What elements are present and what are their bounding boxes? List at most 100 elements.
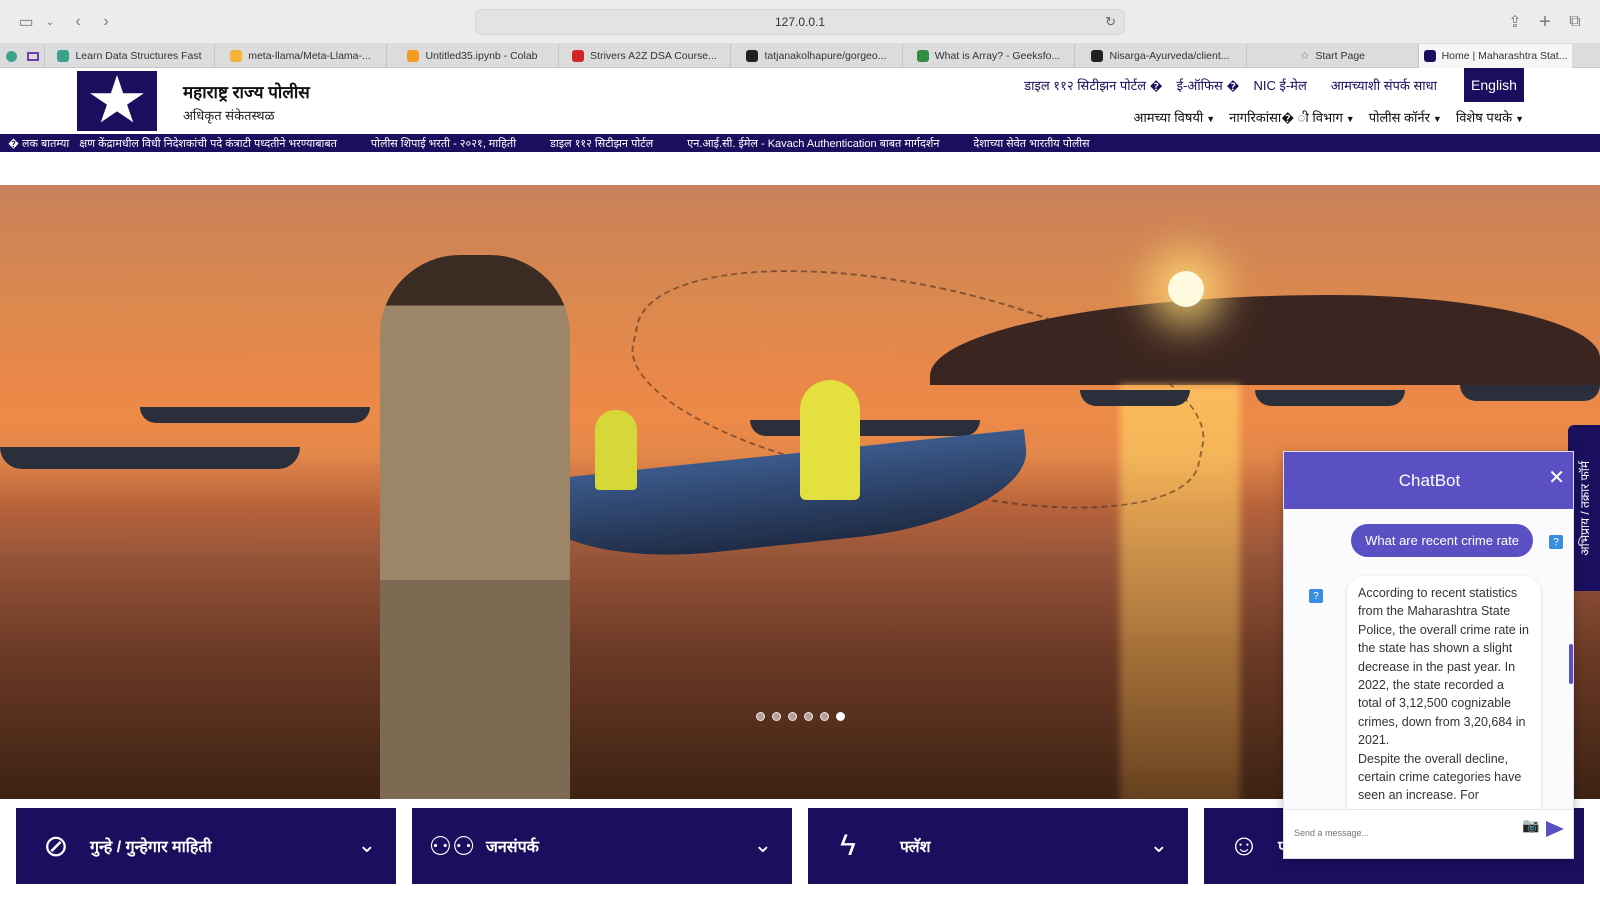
browser-tab[interactable]: tatjanakolhapure/gorgeo... (730, 44, 902, 68)
pinned-tab-1[interactable] (0, 44, 22, 68)
tab-favicon (407, 50, 420, 62)
carousel-dot[interactable] (804, 712, 813, 721)
contact-us-link[interactable]: आमच्याशी संपर्क साधा (1331, 76, 1437, 94)
slides-icon (27, 51, 39, 61)
caret-down-icon: ▼ (1515, 114, 1524, 124)
browser-tab-active[interactable]: Home | Maharashtra Stat... (1418, 44, 1572, 68)
browser-tab[interactable]: ☆ Start Page (1246, 44, 1418, 68)
chatbot-panel: ChatBot ✕ What are recent crime rate ? ?… (1283, 451, 1574, 859)
e-office-link[interactable]: ई-ऑफिस � (1177, 76, 1240, 94)
chatbot-title: ChatBot (1398, 470, 1461, 490)
lightning-icon: ϟ (840, 829, 856, 862)
dial-112-link[interactable]: डाइल ११२ सिटीझन पोर्टल � (1024, 76, 1162, 94)
tab-overview-icon[interactable]: ⧉ (1563, 10, 1587, 34)
browser-tab[interactable]: Untitled35.ipynb - Colab (386, 44, 558, 68)
forward-icon[interactable]: › (94, 10, 118, 34)
card-public-relations[interactable]: ⚇⚇ जनसंपर्क ⌄ (412, 808, 792, 884)
browser-tab[interactable]: Learn Data Structures Fast (44, 44, 214, 68)
nic-email-link[interactable]: NIC ई-मेल (1253, 76, 1306, 94)
carousel-dots (756, 712, 845, 721)
tab-favicon (230, 50, 243, 62)
chevron-down-icon: ⌄ (357, 832, 376, 857)
tab-favicon (916, 50, 929, 62)
nav-police-corner[interactable]: पोलीस कॉर्नर ▼ (1369, 108, 1442, 126)
card-label: गुन्हे / गुन्हेगार माहिती (90, 839, 212, 856)
browser-tab[interactable]: meta-llama/Meta-Llama-... (214, 44, 386, 68)
ticker-item[interactable]: एन.आई.सी. ईमेल - Kavach Authentication ब… (687, 136, 939, 151)
user-message: What are recent crime rate (1351, 524, 1533, 557)
card-label: जनसंपर्क (486, 839, 539, 856)
address-bar[interactable]: 127.0.0.1 ↻ (475, 9, 1125, 35)
police-officer-icon: ☺ (1228, 829, 1260, 862)
card-flash[interactable]: ϟ फ्लॅश ⌄ (808, 808, 1188, 884)
carousel-dot[interactable] (756, 712, 765, 721)
tab-favicon (572, 50, 585, 62)
browser-tab[interactable]: What is Array? - Geeksfo... (902, 44, 1074, 68)
main-nav: आमच्या विषयी ▼ नागरिकांसा� ी विभाग ▼ पोलीस… (1134, 108, 1525, 126)
pinned-tab-2[interactable] (22, 44, 44, 68)
nav-citizens[interactable]: नागरिकांसा� ी विभाग ▼ (1229, 108, 1355, 126)
hero-boat (140, 407, 370, 423)
card-crime-info[interactable]: ⊘ गुन्हे / गुन्हेगार माहिती ⌄ (16, 808, 396, 884)
star-icon: ☆ (1299, 50, 1310, 62)
hero-sun (1168, 271, 1204, 307)
chevron-down-icon[interactable]: ⌄ (38, 10, 62, 34)
handcuffs-icon: ⊘ (43, 829, 69, 863)
hero-police-officer (380, 255, 570, 799)
caret-down-icon: ▼ (1432, 114, 1442, 124)
hero-boat (1460, 385, 1600, 401)
carousel-dot[interactable] (772, 712, 781, 721)
ticker-item[interactable]: क्षण केंद्रामधील विधी निदेशकांची पदे कंत… (79, 136, 337, 151)
hero-boat (1255, 390, 1405, 406)
ticker-item[interactable]: डाइल ११२ सिटीझन पोर्टल (550, 136, 653, 151)
send-icon[interactable] (1546, 821, 1564, 837)
nav-about[interactable]: आमच्या विषयी ▼ (1134, 108, 1216, 126)
ticker-lead: � लक बातम्या (8, 137, 70, 150)
feedback-tab-label: अभिप्राय / तक्रार फॉर्म (1577, 460, 1592, 556)
bot-avatar-icon: ? (1309, 589, 1323, 603)
tab-favicon (746, 50, 759, 62)
hero-boat (0, 447, 300, 469)
language-button[interactable]: English (1464, 68, 1524, 102)
close-icon[interactable]: ✕ (1548, 465, 1565, 490)
news-ticker: � लक बातम्या क्षण केंद्रामधील विधी निदेश… (0, 134, 1600, 152)
new-tab-icon[interactable]: + (1533, 10, 1557, 34)
sidebar-toggle-icon[interactable]: ▭ (14, 10, 38, 34)
chatbot-header: ChatBot ✕ (1284, 452, 1573, 509)
url-text: 127.0.0.1 (774, 15, 826, 29)
reload-icon[interactable]: ↻ (1105, 14, 1116, 30)
police-emblem-logo[interactable] (77, 71, 157, 131)
message-input[interactable] (1294, 818, 1524, 848)
chevron-down-icon: ⌄ (753, 832, 772, 857)
carousel-dot[interactable] (820, 712, 829, 721)
carousel-dot[interactable] (836, 712, 845, 721)
chat-messages[interactable]: What are recent crime rate ? ? According… (1284, 509, 1573, 809)
browser-tab[interactable]: Strivers A2Z DSA Course... (558, 44, 730, 68)
ticker-item[interactable]: देशाच्या सेवेत भारतीय पोलीस (973, 136, 1089, 151)
nav-special-units[interactable]: विशेष पथके ▼ (1456, 108, 1524, 126)
carousel-dot[interactable] (788, 712, 797, 721)
tab-favicon (57, 50, 70, 62)
user-avatar-icon: ? (1549, 535, 1563, 549)
bot-message: According to recent statistics from the … (1347, 576, 1541, 809)
site-title: महाराष्ट्र राज्य पोलीस (183, 83, 310, 102)
chevron-down-icon: ⌄ (1149, 832, 1168, 857)
site-subtitle: अधिकृत संकेतस्थळ (183, 108, 275, 123)
utility-links: डाइल ११२ सिटीझन पोर्टल � ई-ऑफिस � NIC ई-… (1024, 76, 1437, 94)
ticker-item[interactable]: पोलीस शिपाई भरती - २०२१, माहिती (371, 136, 516, 151)
people-icon: ⚇⚇ (428, 830, 476, 861)
chatgpt-icon (5, 50, 17, 62)
chat-scrollbar[interactable] (1569, 644, 1573, 684)
browser-toolbar: ▭ ⌄ ‹ › 127.0.0.1 ↻ ⇪ + ⧉ (0, 0, 1600, 44)
site-header: महाराष्ट्र राज्य पोलीस अधिकृत संकेतस्थळ … (0, 68, 1600, 134)
caret-down-icon: ▼ (1206, 114, 1216, 124)
share-icon[interactable]: ⇪ (1503, 10, 1527, 34)
tab-bar: Learn Data Structures Fast meta-llama/Me… (0, 44, 1600, 68)
caret-down-icon: ▼ (1345, 114, 1355, 124)
tab-favicon (1423, 50, 1436, 62)
back-icon[interactable]: ‹ (66, 10, 90, 34)
camera-icon[interactable]: 📷 (1522, 817, 1539, 834)
star-emblem-icon (90, 75, 144, 123)
browser-tab[interactable]: Nisarga-Ayurveda/client... (1074, 44, 1246, 68)
chat-input-row: 📷 (1284, 809, 1573, 858)
